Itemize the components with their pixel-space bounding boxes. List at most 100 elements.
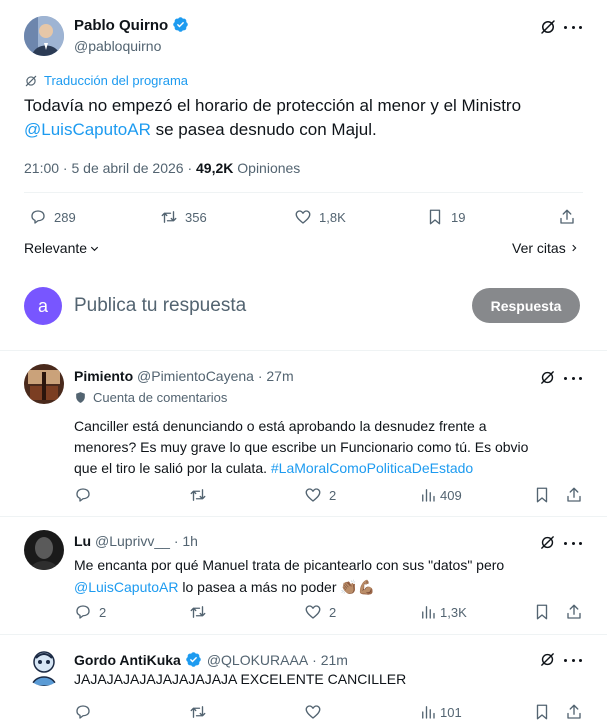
account-label: Cuenta de comentarios: [93, 390, 228, 405]
reply-icon: [76, 705, 90, 719]
reply-author-handle[interactable]: @PimientoCayena: [137, 368, 254, 384]
reply-input[interactable]: Publica tu respuesta: [74, 295, 246, 317]
like-count: 2: [329, 487, 337, 503]
bookmark-icon: [536, 704, 548, 720]
shield-icon: [74, 391, 87, 404]
bookmark-count: 19: [451, 209, 466, 225]
reply-count: 2: [99, 604, 107, 620]
more-options-icon[interactable]: [564, 534, 582, 552]
reply-action[interactable]: [74, 486, 92, 504]
views-action[interactable]: 409: [419, 486, 462, 504]
author-name[interactable]: Pablo Quirno: [74, 17, 168, 34]
repost-icon: [190, 706, 206, 718]
share-icon: [567, 604, 581, 619]
reply-time[interactable]: · 21m: [312, 652, 348, 668]
emoji: 👏🏽💪🏽: [340, 579, 376, 595]
like-action[interactable]: 2: [304, 486, 336, 504]
view-count: 49,2K: [196, 160, 234, 176]
reply-text-line: Canciller está denunciando o está aproba…: [74, 418, 487, 434]
share-icon: [567, 704, 581, 719]
view-count: 409: [440, 487, 462, 503]
verified-badge-icon: [172, 16, 189, 33]
views-action[interactable]: 1,3K: [419, 603, 467, 621]
reply-icon: [76, 488, 90, 502]
like-action[interactable]: 2: [304, 603, 336, 621]
author-avatar[interactable]: [24, 16, 64, 56]
repost-action[interactable]: [189, 486, 207, 504]
reply-author-name[interactable]: Gordo AntiKuka: [74, 652, 181, 668]
reply-action[interactable]: 2: [74, 603, 106, 621]
reply-text: JAJAJAJAJAJAJAJAJAJA EXCELENTE CANCILLER: [74, 671, 407, 687]
compose-avatar[interactable]: a: [24, 287, 62, 325]
more-options-icon[interactable]: [564, 369, 582, 387]
reply-author-handle[interactable]: @Luprivv__: [95, 533, 170, 549]
reply-action[interactable]: [74, 703, 92, 720]
reply-author-handle[interactable]: @QLOKURAAA: [207, 652, 308, 668]
repost-action[interactable]: [189, 703, 207, 720]
reply-button[interactable]: Respuesta: [472, 288, 580, 323]
view-label: Opiniones: [233, 160, 301, 176]
share-action[interactable]: [565, 486, 583, 504]
mention-link[interactable]: @LuisCaputoAR: [24, 120, 151, 139]
reply-avatar[interactable]: [24, 646, 64, 686]
like-count: 1,8K: [319, 209, 346, 225]
heart-icon: [305, 488, 321, 502]
share-icon: [560, 209, 574, 224]
compose-avatar-letter: a: [37, 295, 48, 316]
bookmark-action[interactable]: [533, 703, 551, 720]
like-action[interactable]: [304, 703, 322, 720]
reply-text-line: Me encanta por qué Manuel trata de pican…: [74, 557, 505, 573]
sort-label: Relevante: [24, 240, 88, 256]
reply-avatar[interactable]: [24, 530, 64, 570]
bookmark-icon: [536, 487, 548, 503]
reply-count: 289: [54, 209, 76, 225]
post-text: Todavía no empezó el horario de protecci…: [24, 94, 594, 142]
grok-icon[interactable]: [538, 17, 558, 37]
heart-icon: [305, 705, 321, 719]
reply-button-label: Respuesta: [490, 297, 562, 314]
chevron-down-icon: [89, 243, 100, 254]
bookmark-icon: [429, 209, 441, 225]
hashtag-link[interactable]: #LaMoralComoPoliticaDeEstado: [271, 460, 473, 476]
reply-avatar[interactable]: [24, 364, 64, 404]
translation-label[interactable]: Traducción del programa: [44, 73, 188, 88]
grok-icon[interactable]: [539, 651, 556, 668]
reply-text-line: menores? Es muy grave lo que escribe un …: [74, 439, 529, 455]
more-options-icon[interactable]: [564, 651, 582, 669]
author-handle[interactable]: @pabloquirno: [74, 38, 161, 54]
reply-author-name[interactable]: Lu: [74, 533, 91, 549]
reply-text: Me encanta por qué Manuel trata de pican…: [74, 554, 594, 598]
reply-text-line: que el tiro le salió por la culata.: [74, 460, 271, 476]
bookmark-icon: [536, 604, 548, 620]
share-action[interactable]: [565, 603, 583, 621]
sort-dropdown[interactable]: Relevante: [24, 240, 100, 256]
bookmark-action[interactable]: 19: [426, 208, 465, 226]
view-quotes-link[interactable]: Ver citas: [512, 240, 579, 256]
bookmark-action[interactable]: [533, 603, 551, 621]
reply-action[interactable]: 289: [29, 208, 76, 226]
more-options-icon[interactable]: [564, 18, 582, 36]
repost-icon: [190, 489, 206, 501]
grok-icon[interactable]: [539, 534, 556, 551]
chevron-right-icon: [569, 243, 579, 253]
mention-link[interactable]: @LuisCaputoAR: [74, 579, 179, 595]
share-action[interactable]: [565, 703, 583, 720]
post-timestamp[interactable]: 21:00 · 5 de abril de 2026 ·: [24, 160, 196, 176]
bookmark-action[interactable]: [533, 486, 551, 504]
reply-time[interactable]: · 27m: [258, 368, 294, 384]
view-count: 1,3K: [440, 604, 467, 620]
translate-icon: [24, 74, 38, 88]
heart-icon: [295, 210, 311, 224]
reply-author-name[interactable]: Pimiento: [74, 368, 133, 384]
grok-icon[interactable]: [539, 369, 556, 386]
like-action[interactable]: 1,8K: [294, 208, 346, 226]
reply-time[interactable]: · 1h: [174, 533, 198, 549]
repost-icon: [190, 606, 206, 618]
views-action[interactable]: 101: [419, 703, 462, 720]
repost-action[interactable]: 356: [160, 208, 207, 226]
repost-action[interactable]: [189, 603, 207, 621]
share-action[interactable]: [558, 208, 576, 226]
view-count: 101: [440, 704, 462, 720]
views-chart-icon: [422, 606, 435, 619]
post-text-line: Todavía no empezó el horario de protecci…: [24, 96, 522, 115]
